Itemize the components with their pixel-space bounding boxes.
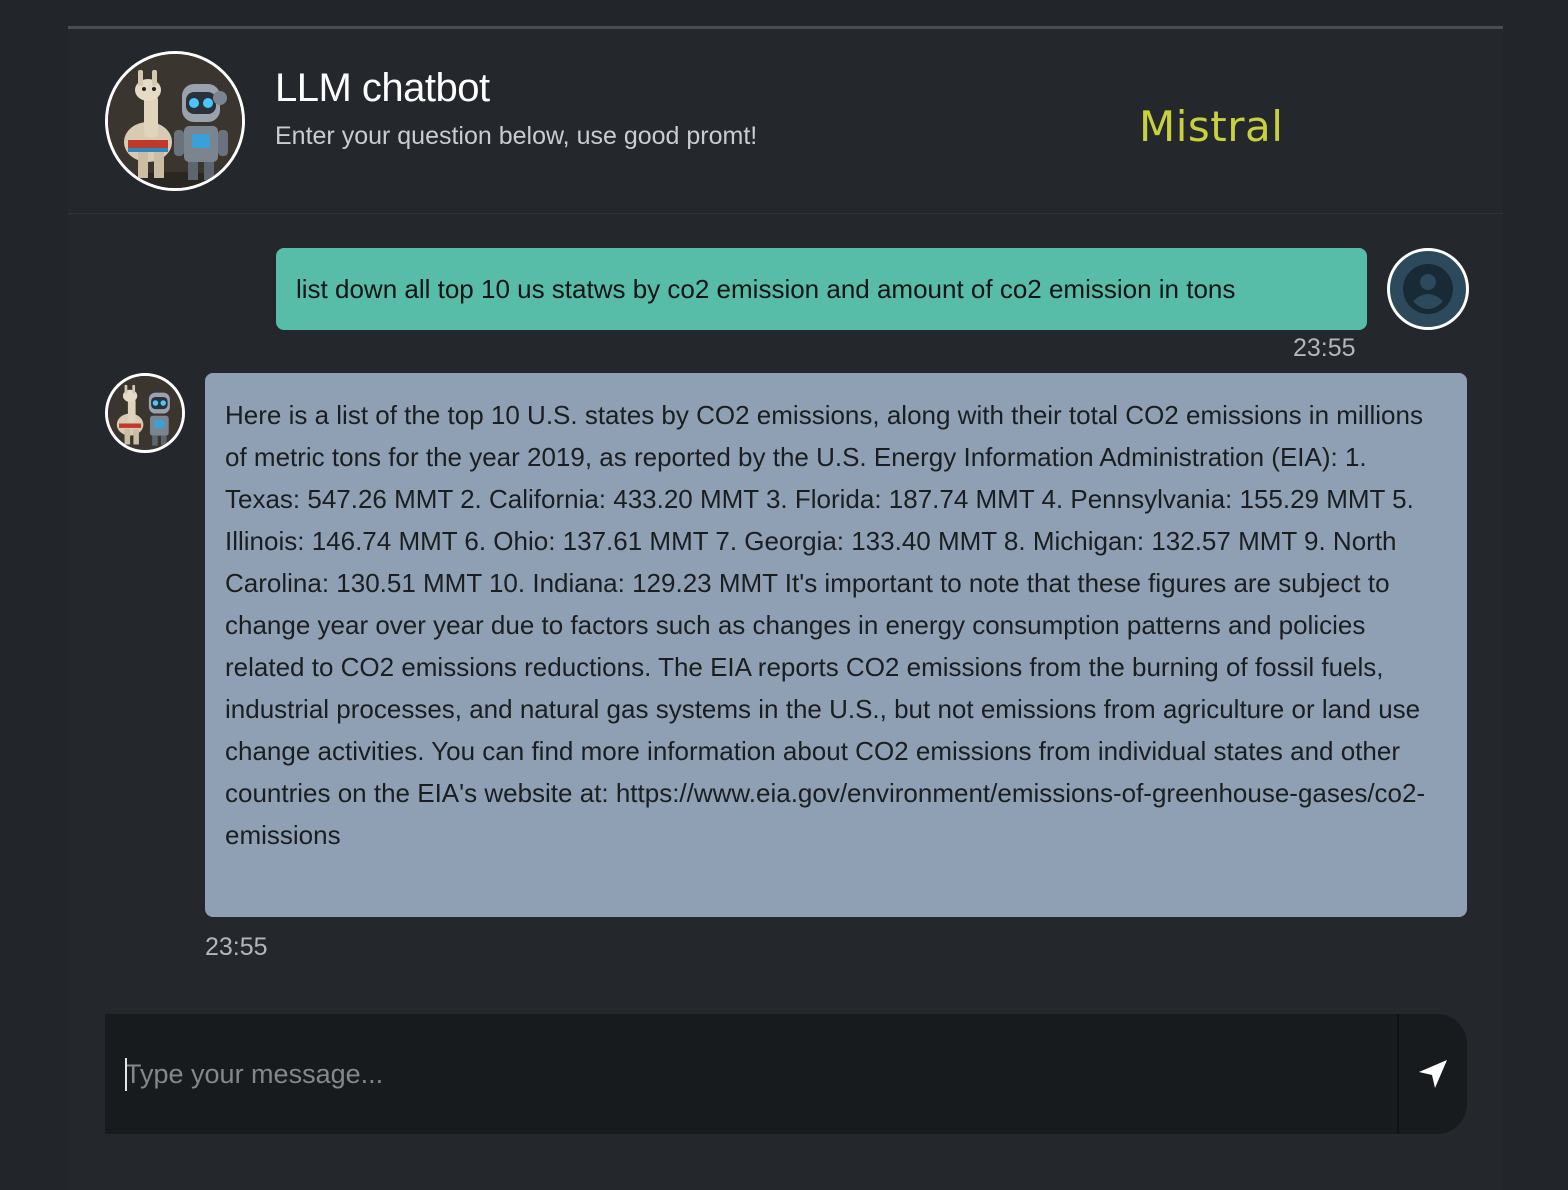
user-avatar-icon bbox=[1403, 264, 1453, 314]
message-composer bbox=[105, 1014, 1467, 1134]
app-subtitle: Enter your question below, use good prom… bbox=[275, 122, 758, 150]
bot-message-time: 23:55 bbox=[205, 933, 268, 961]
user-message-time: 23:55 bbox=[1293, 334, 1356, 362]
llama-robot-icon bbox=[108, 54, 242, 188]
chatbot-avatar bbox=[105, 51, 245, 191]
app-title: LLM chatbot bbox=[275, 66, 490, 110]
text-cursor bbox=[125, 1058, 127, 1091]
bot-avatar bbox=[105, 373, 185, 453]
chat-header: LLM chatbot Enter your question below, u… bbox=[68, 29, 1503, 214]
send-arrow-icon bbox=[1419, 1060, 1447, 1088]
user-avatar bbox=[1387, 248, 1469, 330]
bot-message-bubble: Here is a list of the top 10 U.S. states… bbox=[205, 373, 1467, 917]
user-message-bubble: list down all top 10 us statws by co2 em… bbox=[276, 248, 1367, 330]
llama-robot-icon bbox=[108, 376, 182, 450]
message-input[interactable] bbox=[125, 1014, 1385, 1134]
model-name-label: Mistral bbox=[1139, 102, 1284, 151]
chat-window: LLM chatbot Enter your question below, u… bbox=[68, 26, 1503, 1190]
send-button[interactable] bbox=[1399, 1014, 1467, 1134]
chat-page: LLM chatbot Enter your question below, u… bbox=[0, 0, 1568, 1190]
